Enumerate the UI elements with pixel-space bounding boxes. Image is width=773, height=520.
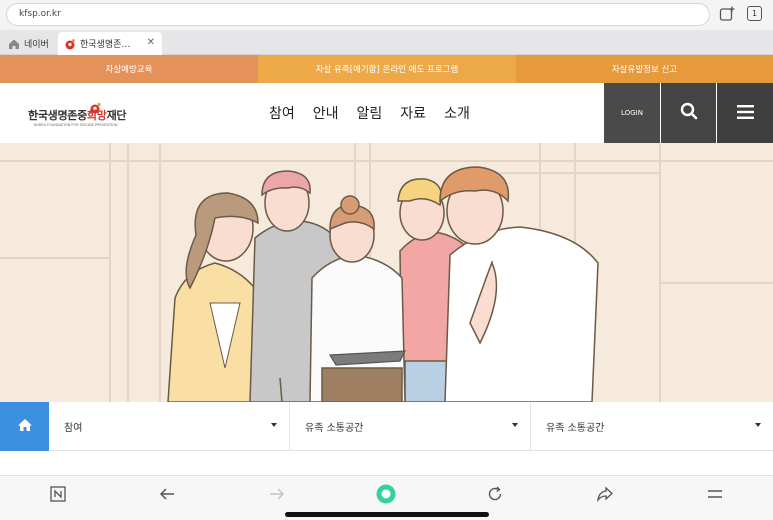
naver-n-icon[interactable] <box>48 484 68 504</box>
top-banner-nav: 자살예방교육 자살 유족[애기함] 온라인 애도 프로그램 자살유발정보 신고 <box>0 55 773 83</box>
subnav-dropdown-2[interactable]: 유족 소통공간 <box>290 402 531 451</box>
subnav-label: 유족 소통공간 <box>305 423 364 434</box>
tab-kfsp[interactable]: 한국생명존… ✕ <box>58 32 162 55</box>
browser-window: kfsp.or.kr 1 네이버 한국생명존… ✕ 자살예방교육 자살 유족[애… <box>0 0 773 520</box>
forward-arrow-icon[interactable] <box>267 484 287 504</box>
reload-icon[interactable] <box>485 484 505 504</box>
browser-toolbar <box>0 475 773 520</box>
tab-label: 네이버 <box>24 40 49 50</box>
topnav-bereavement-program[interactable]: 자살 유족[애기함] 온라인 애도 프로그램 <box>258 55 516 83</box>
subnav-label: 참여 <box>64 423 83 434</box>
nav-about[interactable]: 소개 <box>444 103 470 123</box>
caret-down-icon <box>271 423 277 427</box>
nav-guide[interactable]: 안내 <box>313 103 339 123</box>
home-indicator[interactable] <box>285 512 489 517</box>
topnav-prevention-education[interactable]: 자살예방교육 <box>0 55 258 83</box>
menu-icon[interactable] <box>705 484 725 504</box>
url-field[interactable]: kfsp.or.kr <box>6 3 710 26</box>
tab-strip: 네이버 한국생명존… ✕ <box>0 30 773 55</box>
topnav-report-info[interactable]: 자살유발정보 신고 <box>516 55 773 83</box>
subnav-dropdown-1[interactable]: 참여 <box>49 402 290 451</box>
site-header: 한국생명존중희망재단 KOREA FOUNDATION FOR SUICIDE … <box>0 83 773 143</box>
main-nav: 참여 안내 알림 자료 소개 <box>260 83 479 143</box>
content-area <box>0 451 773 475</box>
close-icon[interactable]: ✕ <box>147 37 155 48</box>
house-icon <box>8 38 20 50</box>
caret-down-icon <box>755 423 761 427</box>
back-arrow-icon[interactable] <box>157 484 177 504</box>
green-dot-icon[interactable] <box>376 484 396 504</box>
search-icon <box>680 102 698 124</box>
share-icon[interactable] <box>595 484 615 504</box>
home-button[interactable] <box>0 402 49 451</box>
subnav-dropdown-3[interactable]: 유족 소통공간 <box>531 402 773 451</box>
subnav-label: 유족 소통공간 <box>546 423 605 434</box>
tab-naver[interactable]: 네이버 <box>4 32 58 55</box>
hamburger-menu-icon <box>736 104 754 123</box>
kfsp-favicon-icon <box>64 38 76 50</box>
tab-count-button[interactable]: 1 <box>747 6 762 21</box>
logo-text: 한국생명존중희망재단 <box>28 109 127 122</box>
caret-down-icon <box>512 423 518 427</box>
nav-notice[interactable]: 알림 <box>357 103 383 123</box>
menu-button[interactable] <box>717 83 773 143</box>
logo-subtitle: KOREA FOUNDATION FOR SUICIDE PREVENTION <box>34 123 118 127</box>
address-bar-row: kfsp.or.kr 1 <box>0 0 773 30</box>
site-logo[interactable]: 한국생명존중희망재단 KOREA FOUNDATION FOR SUICIDE … <box>28 99 148 129</box>
new-tab-icon[interactable] <box>719 6 735 22</box>
login-button[interactable]: LOGIN <box>604 83 660 143</box>
hero-illustration <box>0 143 773 402</box>
sub-nav-bar: 참여 유족 소통공간 유족 소통공간 <box>0 402 773 451</box>
hero-banner <box>0 143 773 402</box>
nav-participate[interactable]: 참여 <box>269 103 295 123</box>
nav-resources[interactable]: 자료 <box>400 103 426 123</box>
search-button[interactable] <box>661 83 716 143</box>
tab-label: 한국생명존… <box>80 40 131 50</box>
home-icon <box>17 417 33 436</box>
